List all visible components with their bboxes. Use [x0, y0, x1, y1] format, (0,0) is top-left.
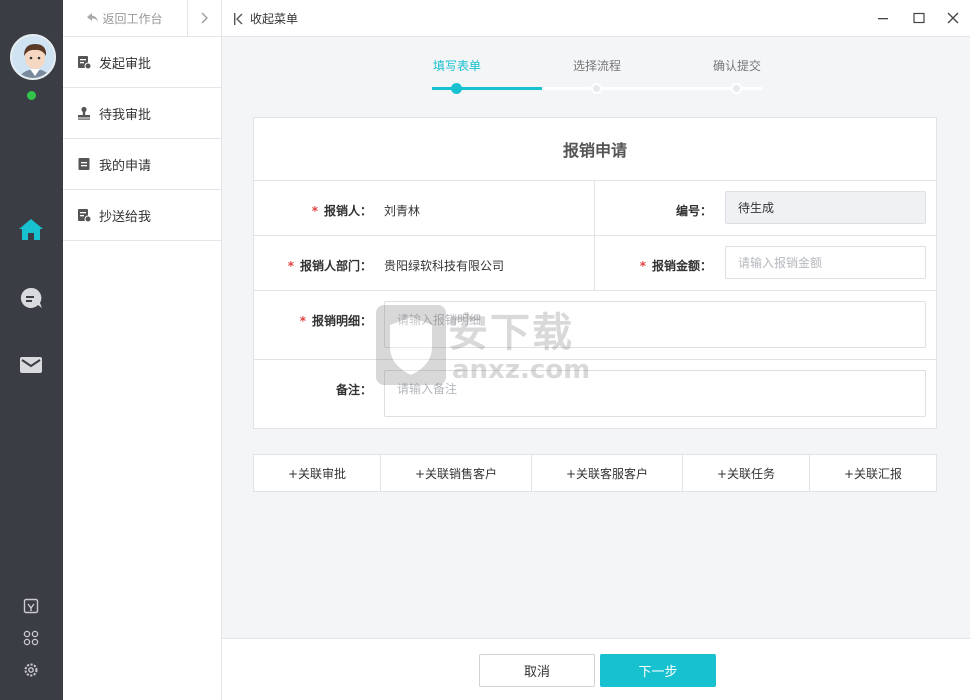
step-confirm: 确认提交: [712, 59, 761, 73]
number-field: 待生成: [725, 191, 926, 224]
applicant-value: 刘青林: [384, 204, 421, 218]
step-dot: [731, 83, 742, 94]
side-menu: 返回工作台 发起审批 待我审批 我的申请 抄送给我: [63, 0, 222, 700]
dept-value: 贵阳绿软科技有限公司: [384, 259, 505, 273]
badge-icon[interactable]: [22, 597, 40, 615]
apps-icon[interactable]: [22, 629, 40, 647]
link-report-button[interactable]: +关联汇报: [810, 455, 936, 491]
maximize-icon[interactable]: [910, 9, 928, 27]
form-title: 报销申请: [254, 118, 936, 181]
mail-icon[interactable]: [18, 352, 44, 378]
bottom-bar: 取消 下一步: [222, 638, 970, 700]
step-progress: [432, 87, 542, 90]
menu-item-label: 待我审批: [99, 107, 152, 123]
step-dot-active: [451, 83, 462, 94]
watermark-subtext: anxz.com: [452, 355, 591, 385]
menu-item-label: 发起审批: [99, 56, 152, 72]
stamp-icon: [78, 106, 90, 120]
document-icon: [78, 158, 90, 170]
applicant-label: * 报销人：: [311, 204, 372, 218]
menu-item-label: 我的申请: [99, 158, 152, 174]
amount-label: * 报销金额：: [639, 259, 712, 273]
link-approval-button[interactable]: +关联审批: [254, 455, 381, 491]
collapse-icon: [234, 12, 243, 25]
link-task-button[interactable]: +关联任务: [683, 455, 810, 491]
back-label: 返回工作台: [102, 11, 163, 26]
settings-icon[interactable]: [22, 661, 40, 679]
amount-input[interactable]: 请输入报销金额: [725, 246, 926, 279]
related-links: +关联审批 +关联销售客户 +关联客服客户 +关联任务 +关联汇报: [253, 454, 937, 492]
dept-label: * 报销人部门：: [287, 259, 372, 273]
collapse-label: 收起菜单: [250, 12, 299, 26]
approval-start-icon: [78, 56, 91, 69]
menu-item-my-applications[interactable]: 我的申请: [63, 139, 221, 190]
back-to-workbench-button[interactable]: 返回工作台: [63, 0, 188, 36]
minimize-icon[interactable]: [874, 9, 892, 27]
step-select-flow: 选择流程: [572, 59, 621, 73]
step-dot: [591, 83, 602, 94]
online-status-dot: [27, 91, 36, 100]
detail-label: * 报销明细：: [299, 314, 372, 328]
cancel-button[interactable]: 取消: [479, 654, 595, 687]
link-service-customer-button[interactable]: +关联客服客户: [532, 455, 683, 491]
close-icon[interactable]: [944, 9, 962, 27]
home-icon[interactable]: [18, 216, 44, 242]
step-indicator: 填写表单 选择流程 确认提交: [222, 37, 970, 107]
chevron-right-icon[interactable]: [188, 0, 221, 36]
avatar[interactable]: [10, 34, 56, 80]
menu-item-label: 抄送给我: [99, 209, 152, 225]
menu-item-start-approval[interactable]: 发起审批: [63, 37, 221, 88]
form-row: * 报销人部门： 贵阳绿软科技有限公司 * 报销金额： 请输入报销金额: [254, 236, 936, 291]
link-sales-customer-button[interactable]: +关联销售客户: [381, 455, 532, 491]
top-bar: 收起菜单: [222, 0, 970, 37]
watermark-text: 安下载: [448, 310, 574, 356]
menu-item-cc-to-me[interactable]: 抄送给我: [63, 190, 221, 241]
chat-icon[interactable]: [18, 285, 44, 311]
number-label: 编号：: [675, 204, 712, 218]
form-row: * 报销人： 刘青林 编号： 待生成: [254, 181, 936, 236]
form-row: 备注： 请输入备注: [254, 360, 936, 429]
menu-item-pending-approval[interactable]: 待我审批: [63, 88, 221, 139]
reimbursement-form: 报销申请 * 报销人： 刘青林 编号： 待生成 * 报销人部门： 贵阳绿软科技有限公…: [253, 117, 937, 429]
step-fill-form: 填写表单: [432, 59, 481, 73]
cc-icon: [78, 209, 91, 222]
back-arrow-icon: [87, 13, 99, 22]
form-row: * 报销明细： 请输入报销明细: [254, 291, 936, 360]
note-label: 备注：: [335, 383, 372, 397]
collapse-menu-button[interactable]: 收起菜单: [234, 10, 298, 27]
left-rail: [0, 0, 63, 700]
next-step-button[interactable]: 下一步: [600, 654, 716, 687]
